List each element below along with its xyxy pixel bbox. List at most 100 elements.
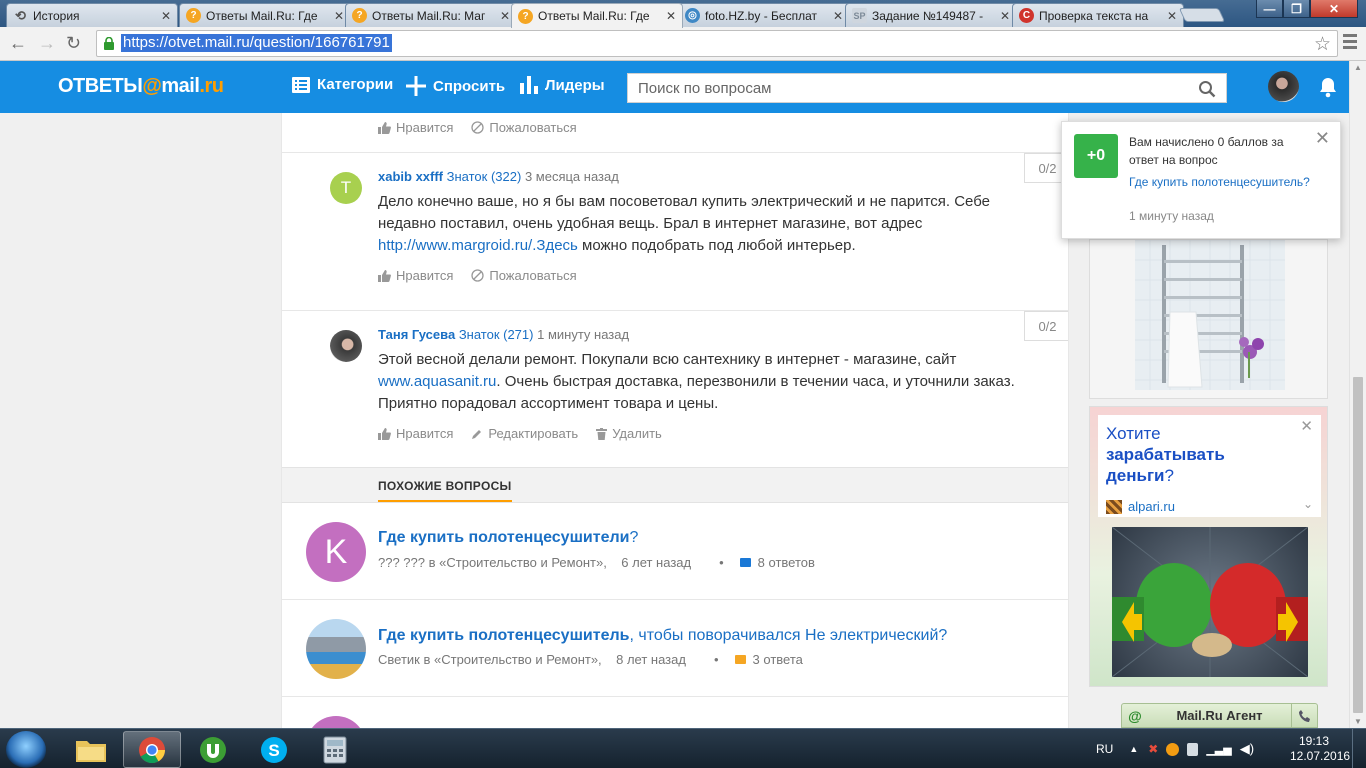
nav-ask[interactable]: Спросить bbox=[406, 76, 505, 96]
ad-banner-towel-rail[interactable] bbox=[1089, 239, 1328, 399]
scroll-up-icon[interactable]: ▲ bbox=[1354, 63, 1362, 72]
new-tab-button[interactable] bbox=[1178, 8, 1226, 22]
close-icon[interactable]: ✕ bbox=[161, 9, 171, 23]
close-icon[interactable]: ✕ bbox=[1000, 9, 1010, 23]
report-button[interactable]: Пожаловаться bbox=[471, 268, 577, 283]
address-bar[interactable]: https://otvet.mail.ru/question/166761791… bbox=[96, 30, 1338, 57]
question-author[interactable]: Светик bbox=[378, 652, 420, 667]
author-name[interactable]: Таня Гусева bbox=[378, 327, 455, 342]
question-category[interactable]: в «Строительство и Ремонт», bbox=[423, 652, 601, 667]
similar-question-title[interactable]: Где купить полотенцесушитель, чтобы пово… bbox=[378, 627, 947, 645]
taskbar-explorer[interactable] bbox=[62, 731, 120, 768]
chevron-down-icon[interactable]: ⌄ bbox=[1303, 497, 1313, 511]
answer-link[interactable]: www.aquasanit.ru bbox=[378, 373, 496, 390]
calculator-icon bbox=[323, 736, 347, 763]
reload-icon[interactable]: ↻ bbox=[66, 33, 81, 54]
tab-otvety-2[interactable]: ? Ответы Mail.Ru: Маг ✕ bbox=[345, 3, 517, 27]
author-rank[interactable]: Знаток (322) bbox=[447, 169, 522, 184]
answer-link[interactable]: http://www.margroid.ru/.Здесь bbox=[378, 237, 578, 254]
nav-leaders[interactable]: Лидеры bbox=[520, 76, 605, 94]
maximize-button[interactable]: ❐ bbox=[1283, 0, 1310, 18]
tray-app-icon[interactable] bbox=[1166, 742, 1180, 756]
search-icon[interactable] bbox=[1198, 80, 1216, 98]
vote-score[interactable]: 0/2 bbox=[1024, 311, 1068, 341]
tab-history[interactable]: ⟲ История ✕ bbox=[6, 3, 178, 27]
answer-count[interactable]: 3 ответа bbox=[734, 652, 803, 667]
ad-banner-alpari[interactable]: Хотите зарабатывать деньги? alpari.ru ✕ … bbox=[1089, 406, 1328, 687]
avatar[interactable] bbox=[306, 716, 366, 728]
signal-icon[interactable]: ▁▃▅ bbox=[1206, 743, 1231, 756]
answer-text-part: можно подобрать под любой интерьер. bbox=[577, 237, 856, 254]
similar-questions-title[interactable]: ПОХОЖИЕ ВОПРОСЫ bbox=[378, 479, 512, 502]
phone-icon[interactable] bbox=[1291, 703, 1317, 728]
delete-button[interactable]: Удалить bbox=[596, 426, 662, 441]
like-button[interactable]: Нравится bbox=[378, 426, 453, 441]
bell-icon[interactable] bbox=[1318, 76, 1338, 98]
edit-button[interactable]: Редактировать bbox=[471, 426, 578, 441]
page-scrollbar[interactable]: ▲ ▼ bbox=[1349, 61, 1366, 728]
notification-question-link[interactable]: Где купить полотенцесушитель? bbox=[1129, 173, 1314, 191]
close-icon[interactable]: ✕ bbox=[1300, 417, 1313, 435]
minimize-button[interactable]: — bbox=[1256, 0, 1283, 18]
close-icon[interactable]: ✕ bbox=[334, 9, 344, 23]
ad-site-link[interactable]: alpari.ru bbox=[1106, 499, 1175, 514]
like-button[interactable]: Нравится bbox=[378, 120, 453, 135]
answer-count[interactable]: 8 ответов bbox=[739, 555, 815, 570]
tray-arrow-icon[interactable]: ▲ bbox=[1129, 744, 1138, 754]
avatar[interactable] bbox=[306, 619, 366, 679]
skype-icon: S bbox=[261, 736, 287, 763]
boxing-gloves-image bbox=[1111, 526, 1309, 678]
mailru-agent-bar[interactable]: @ Mail.Ru Агент bbox=[1121, 703, 1318, 728]
avatar[interactable]: T bbox=[330, 172, 362, 204]
user-avatar[interactable] bbox=[1268, 71, 1299, 102]
close-icon[interactable]: ✕ bbox=[833, 9, 843, 23]
tab-otvety-active[interactable]: ? Ответы Mail.Ru: Где ✕ bbox=[511, 3, 683, 28]
tab-otvety-1[interactable]: ? Ответы Mail.Ru: Где ✕ bbox=[179, 3, 351, 27]
tab-check-text[interactable]: C Проверка текста на ✕ bbox=[1012, 3, 1184, 27]
question-category[interactable]: в «Строительство и Ремонт», bbox=[429, 555, 607, 570]
bookmark-star-icon[interactable]: ☆ bbox=[1314, 33, 1331, 56]
meta-separator: • bbox=[719, 555, 724, 570]
similar-question-title[interactable]: Где купить полотенцесушители? bbox=[378, 529, 638, 547]
back-icon[interactable]: ← bbox=[9, 33, 27, 54]
site-logo[interactable]: ОТВЕТЫ@mail.ru bbox=[58, 75, 224, 98]
language-indicator[interactable]: RU bbox=[1096, 742, 1113, 756]
avatar[interactable] bbox=[330, 330, 362, 362]
like-label: Нравится bbox=[396, 268, 454, 283]
report-button[interactable]: Пожаловаться bbox=[471, 120, 577, 135]
title-highlight: Где купить полотенцесушитель bbox=[378, 627, 630, 644]
search-input[interactable] bbox=[628, 74, 1188, 102]
tab-foto-hz[interactable]: ◎ foto.HZ.by - Бесплат ✕ bbox=[678, 3, 850, 27]
start-button[interactable] bbox=[6, 731, 46, 768]
author-rank[interactable]: Знаток (271) bbox=[459, 327, 534, 342]
nav-categories[interactable]: Категории bbox=[292, 76, 393, 93]
taskbar-calculator[interactable] bbox=[306, 731, 364, 768]
nav-leaders-label: Лидеры bbox=[545, 76, 605, 94]
taskbar-utorrent[interactable] bbox=[184, 731, 242, 768]
question-author[interactable]: ??? ??? bbox=[378, 555, 425, 570]
tab-task[interactable]: SP Задание №149487 - ✕ bbox=[845, 3, 1017, 27]
ad-title-line: Хотите bbox=[1106, 424, 1161, 443]
author-name[interactable]: xabib xxfff bbox=[378, 169, 443, 184]
avatar[interactable]: K bbox=[306, 522, 366, 582]
close-icon[interactable]: ✕ bbox=[666, 9, 676, 23]
close-window-button[interactable]: ✕ bbox=[1310, 0, 1358, 18]
like-button[interactable]: Нравится bbox=[378, 268, 453, 283]
close-icon[interactable]: ✕ bbox=[500, 9, 510, 23]
tray-device-icon[interactable] bbox=[1187, 742, 1199, 756]
close-icon[interactable]: ✕ bbox=[1167, 9, 1177, 23]
menu-icon[interactable] bbox=[1343, 34, 1357, 52]
volume-icon[interactable]: ◀) bbox=[1240, 741, 1254, 757]
clock[interactable]: 19:13 12.07.2016 bbox=[1290, 734, 1350, 764]
taskbar-chrome[interactable] bbox=[123, 731, 181, 768]
url-text[interactable]: https://otvet.mail.ru/question/166761791 bbox=[121, 34, 392, 52]
forward-icon[interactable]: → bbox=[38, 33, 56, 54]
close-icon[interactable]: ✕ bbox=[1315, 128, 1330, 149]
show-desktop-button[interactable] bbox=[1352, 729, 1366, 768]
network-warning-icon[interactable]: ✖ bbox=[1148, 742, 1158, 756]
main-content: Нравится Пожаловаться T xabib xxfff Знат… bbox=[281, 113, 1069, 728]
scrollbar-thumb[interactable] bbox=[1353, 377, 1363, 713]
scroll-down-icon[interactable]: ▼ bbox=[1354, 717, 1362, 726]
ad-title[interactable]: Хотите зарабатывать деньги? bbox=[1106, 423, 1286, 486]
taskbar-skype[interactable]: S bbox=[245, 731, 303, 768]
